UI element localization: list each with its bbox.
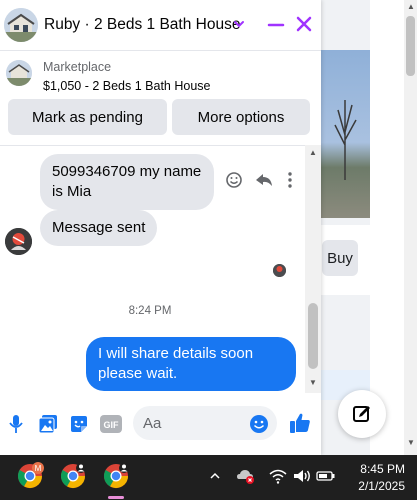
minimize-icon — [267, 23, 285, 27]
taskbar: M 8:45 PM 2/1/2025 — [0, 455, 417, 500]
avatar[interactable] — [5, 228, 32, 255]
chat-window: Ruby · 2 Beds 1 Bath House Marketplace $… — [0, 0, 321, 455]
voice-clip-button[interactable] — [5, 413, 27, 435]
incoming-message[interactable]: 5099346709 my name is Mia — [40, 154, 214, 210]
message-action-icons — [226, 172, 292, 188]
thumbs-up-icon[interactable] — [288, 411, 312, 435]
chrome-profile-icon[interactable] — [59, 462, 87, 490]
incoming-message[interactable]: Message sent — [40, 210, 158, 246]
sticker-button[interactable] — [68, 413, 90, 435]
react-icon — [226, 172, 242, 188]
gif-button[interactable]: GIF — [100, 413, 122, 435]
chevron-down-icon[interactable] — [232, 17, 246, 31]
message-timestamp: 8:24 PM — [128, 305, 172, 317]
wifi-icon[interactable] — [268, 467, 288, 485]
emoji-icon[interactable] — [249, 414, 269, 434]
active-app-indicator — [108, 496, 124, 499]
listing-photo[interactable] — [320, 50, 370, 218]
minimize-button[interactable] — [266, 15, 286, 35]
taskbar-time[interactable]: 8:45 PM — [353, 462, 405, 476]
chat-scroll-thumb[interactable] — [308, 303, 318, 369]
page-scrollbar[interactable]: ▲ ▼ — [404, 0, 417, 455]
message-list[interactable]: 5099346709 my name is Mia Message sent 8… — [0, 145, 305, 394]
tree-image — [334, 100, 357, 180]
scroll-down-icon[interactable]: ▼ — [407, 438, 415, 447]
taskbar-date[interactable]: 2/1/2025 — [349, 479, 405, 493]
message-actions — [223, 169, 303, 191]
gif-icon: GIF — [100, 415, 122, 433]
more-options-label: More options — [197, 108, 285, 126]
chat-scrollbar[interactable]: ▲ ▼ — [305, 145, 321, 393]
battery-icon[interactable] — [316, 467, 336, 485]
scroll-down-icon[interactable]: ▼ — [309, 378, 317, 387]
marketplace-listing-banner: Marketplace $1,050 - 2 Beds 1 Bath House… — [0, 51, 321, 144]
sticker-icon — [71, 416, 87, 432]
compose-icon — [353, 406, 370, 422]
house-thumbnail-icon — [6, 60, 32, 86]
chevron-up-icon[interactable] — [208, 469, 222, 483]
volume-icon[interactable] — [292, 467, 312, 485]
close-button[interactable] — [294, 14, 314, 34]
more-options-button[interactable]: More options — [172, 99, 310, 135]
mark-as-pending-button[interactable]: Mark as pending — [8, 99, 167, 135]
chrome-active-icon[interactable] — [102, 462, 130, 490]
scroll-up-icon[interactable]: ▲ — [407, 2, 415, 11]
outgoing-message[interactable]: I will share details soon please wait. — [86, 337, 296, 391]
chrome-profile-m-icon[interactable]: M — [16, 462, 44, 490]
attach-media-button[interactable] — [37, 413, 59, 435]
close-icon — [296, 16, 312, 32]
microphone-icon — [9, 415, 23, 433]
chat-header[interactable]: Ruby · 2 Beds 1 Bath House — [0, 0, 321, 51]
buy-button[interactable]: Buy — [322, 240, 358, 276]
photo-icon — [38, 415, 57, 434]
reply-icon — [256, 174, 272, 186]
listing-title[interactable]: $1,050 - 2 Beds 1 Bath House — [43, 79, 210, 93]
buy-label: Buy — [327, 249, 353, 267]
page-scroll-thumb[interactable] — [406, 16, 415, 76]
listing-thumbnail[interactable] — [6, 60, 32, 86]
onedrive-error-icon[interactable] — [236, 467, 256, 485]
house-thumbnail-icon — [4, 8, 38, 42]
gif-label: GIF — [104, 420, 120, 430]
new-message-button[interactable] — [338, 390, 386, 438]
svg-text:M: M — [35, 464, 42, 473]
more-icon — [288, 172, 292, 188]
profile-icon — [5, 228, 32, 255]
message-composer: GIF — [0, 395, 321, 455]
listing-source: Marketplace — [43, 60, 112, 74]
chat-title[interactable]: Ruby · 2 Beds 1 Bath House — [44, 16, 240, 34]
house-avatar[interactable] — [4, 8, 38, 42]
seen-indicator-avatar — [273, 264, 286, 277]
pending-label: Mark as pending — [32, 108, 143, 126]
profile-icon — [273, 264, 286, 277]
scroll-up-icon[interactable]: ▲ — [309, 148, 317, 157]
